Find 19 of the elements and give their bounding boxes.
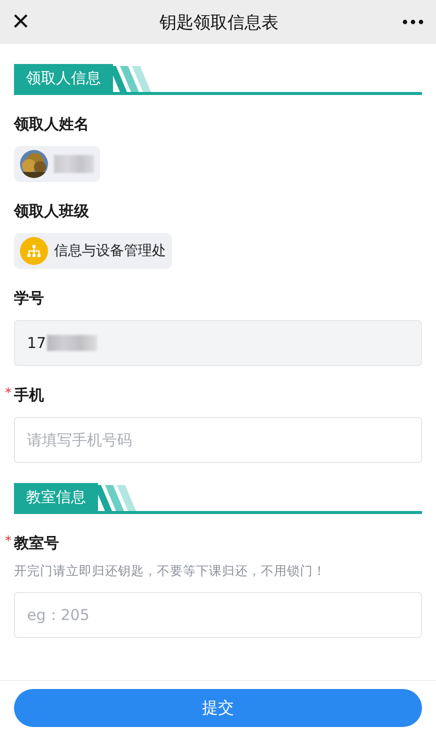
- more-icon[interactable]: [402, 19, 424, 25]
- org-chart-icon: [20, 237, 48, 265]
- blurred-name: [54, 155, 94, 173]
- page-title: 钥匙领取信息表: [159, 12, 278, 34]
- field-label: 教室号: [14, 534, 59, 553]
- student-id-field[interactable]: 17: [14, 320, 422, 366]
- field-label: 手机: [14, 386, 44, 405]
- department-chip[interactable]: 信息与设备管理处: [14, 233, 172, 269]
- submit-button[interactable]: 提交: [14, 689, 422, 727]
- field-hint: 开完门请立即归还钥匙，不要等下课归还，不用锁门！: [14, 563, 327, 580]
- person-chip[interactable]: [14, 146, 100, 182]
- field-label: 学号: [14, 289, 44, 308]
- required-mark: *: [5, 534, 12, 550]
- field-label: 领取人姓名: [14, 115, 89, 134]
- input-field[interactable]: eg：205: [14, 592, 422, 638]
- field-label: 领取人班级: [14, 202, 89, 221]
- required-mark: *: [5, 386, 12, 402]
- close-button[interactable]: ×: [6, 7, 36, 37]
- input-field[interactable]: 请填写手机号码: [14, 417, 422, 463]
